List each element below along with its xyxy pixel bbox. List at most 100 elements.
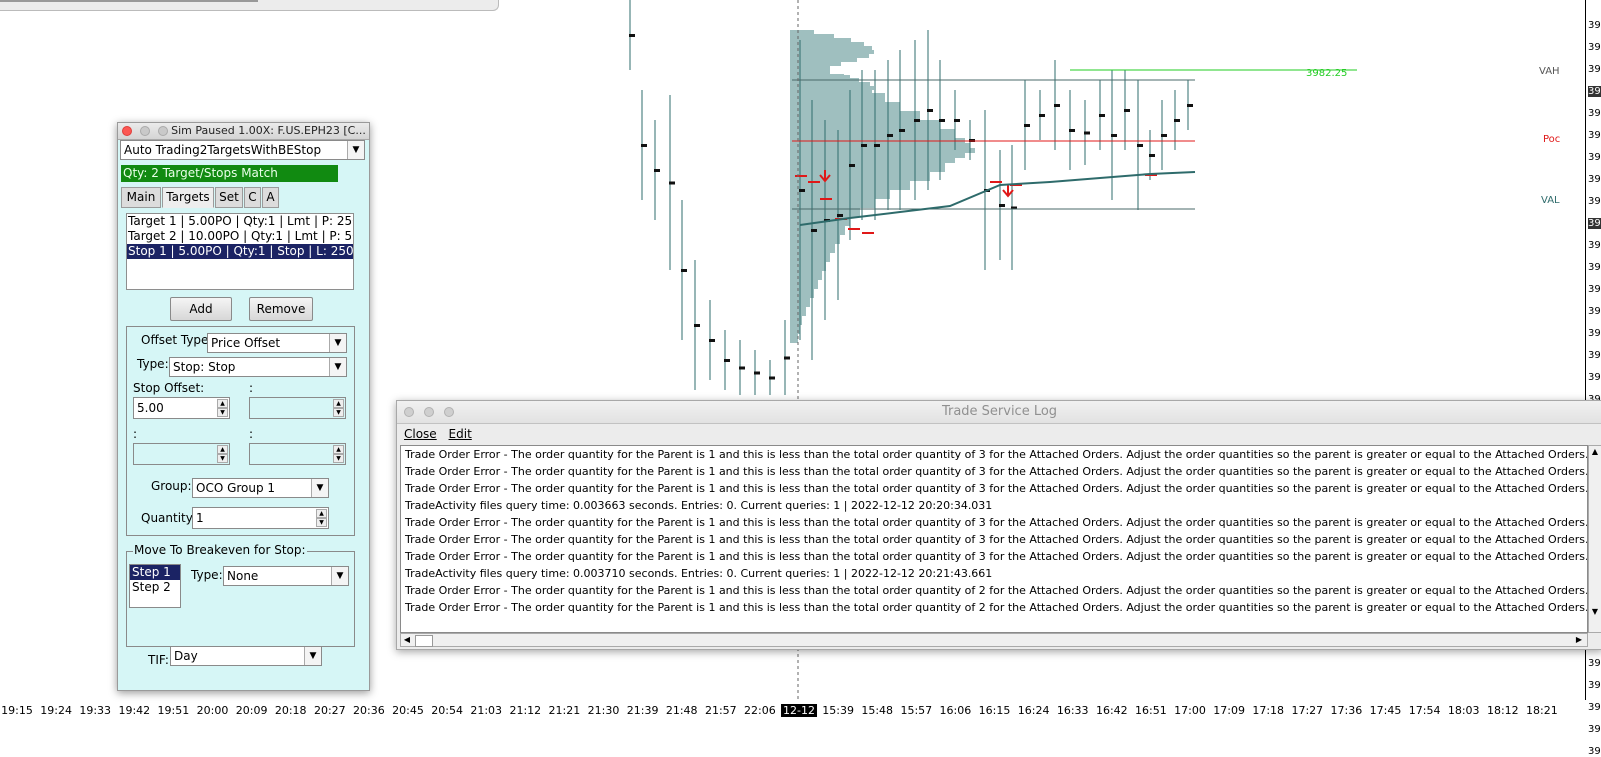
type-select[interactable]: Stop: Stop ▼ bbox=[169, 357, 347, 377]
stepper-down-icon[interactable]: ▼ bbox=[217, 454, 228, 463]
price-tick-label: 39 bbox=[1588, 86, 1601, 97]
close-tick bbox=[1024, 124, 1030, 127]
close-tick bbox=[1187, 104, 1193, 107]
price-tick-label: 39 bbox=[1588, 42, 1601, 53]
profile-bar bbox=[790, 253, 830, 262]
val-label: VAL bbox=[1541, 195, 1560, 206]
steps-list[interactable]: Step 1 Step 2 bbox=[129, 564, 181, 608]
poc-label: Poc bbox=[1543, 134, 1561, 145]
stepper-down-icon[interactable]: ▼ bbox=[316, 518, 327, 527]
scroll-left-icon[interactable]: ◀ bbox=[401, 634, 413, 646]
log-line[interactable]: Trade Order Error - The order quantity f… bbox=[401, 582, 1587, 599]
stop-offset-stepper[interactable]: 5.00 ▲ ▼ bbox=[133, 397, 230, 419]
close-tick bbox=[1084, 131, 1090, 135]
quantity-stepper[interactable]: 1 ▲ ▼ bbox=[192, 507, 329, 529]
log-text-area[interactable]: Trade Order Error - The order quantity f… bbox=[400, 445, 1588, 633]
price-tick-label: 39 bbox=[1588, 64, 1601, 75]
profile-bar bbox=[790, 153, 965, 158]
menu-close[interactable]: Close bbox=[404, 427, 437, 441]
group-select[interactable]: OCO Group 1 ▼ bbox=[192, 478, 329, 498]
horizontal-scrollbar[interactable]: ◀ ▶ bbox=[400, 633, 1588, 647]
target-row[interactable]: Target 2 | 10.00PO | Qty:1 | Lmt | P: 50… bbox=[127, 229, 353, 244]
stepper-up-icon[interactable]: ▲ bbox=[316, 509, 327, 518]
stepper-down-icon[interactable]: ▼ bbox=[333, 408, 344, 417]
profile-bar bbox=[790, 66, 822, 70]
close-tick bbox=[1174, 119, 1180, 122]
profile-bar bbox=[790, 280, 818, 289]
disabled-stepper[interactable]: ▲ ▼ bbox=[133, 443, 230, 465]
stepper-down-icon[interactable]: ▼ bbox=[333, 454, 344, 463]
secondary-offset-stepper[interactable]: ▲ ▼ bbox=[249, 397, 346, 419]
log-line[interactable]: TradeActivity files query time: 0.003710… bbox=[401, 565, 1587, 582]
offset-type-select[interactable]: Price Offset ▼ bbox=[207, 333, 347, 353]
minimize-window-button[interactable] bbox=[140, 126, 150, 136]
stepper-down-icon[interactable]: ▼ bbox=[217, 408, 228, 417]
time-tick-label: 16:06 bbox=[939, 704, 972, 717]
tab-main[interactable]: Main bbox=[121, 187, 161, 208]
time-tick-label: 21:48 bbox=[665, 704, 698, 717]
colon-label: : bbox=[249, 381, 254, 395]
tab-targets[interactable]: Targets bbox=[162, 187, 214, 208]
time-tick-label: 19:33 bbox=[79, 704, 112, 717]
close-window-button[interactable] bbox=[404, 407, 414, 417]
close-tick bbox=[694, 324, 700, 327]
step-item-selected[interactable]: Step 1 bbox=[130, 565, 180, 580]
vertical-scrollbar[interactable]: ▲ ▼ bbox=[1588, 445, 1601, 633]
trade-window-titlebar[interactable]: Sim Paused 1.00X: F.US.EPH23 [C... bbox=[118, 123, 369, 140]
log-line[interactable]: Trade Order Error - The order quantity f… bbox=[401, 548, 1587, 565]
colon-label: : bbox=[249, 427, 254, 441]
time-tick-label: 16:15 bbox=[978, 704, 1011, 717]
close-tick bbox=[861, 144, 867, 147]
close-window-button[interactable] bbox=[122, 126, 132, 136]
stepper-up-icon[interactable]: ▲ bbox=[333, 445, 344, 454]
tab-set[interactable]: Set bbox=[215, 187, 243, 208]
disabled-stepper[interactable]: ▲ ▼ bbox=[249, 443, 346, 465]
close-tick bbox=[849, 164, 855, 167]
zoom-window-button[interactable] bbox=[158, 126, 168, 136]
log-line[interactable]: Trade Order Error - The order quantity f… bbox=[401, 531, 1587, 548]
scroll-down-icon[interactable]: ▼ bbox=[1589, 606, 1601, 618]
be-type-select[interactable]: None ▼ bbox=[223, 566, 349, 586]
tab-a[interactable]: A bbox=[262, 187, 279, 208]
scroll-right-icon[interactable]: ▶ bbox=[1573, 634, 1585, 646]
chevron-down-icon: ▼ bbox=[311, 479, 328, 497]
log-line[interactable]: Trade Order Error - The order quantity f… bbox=[401, 446, 1587, 463]
target-row-selected[interactable]: Stop 1 | 5.00PO | Qty:1 | Stop | L: 250.… bbox=[127, 244, 353, 259]
time-tick-label: 16:24 bbox=[1017, 704, 1050, 717]
close-tick bbox=[754, 371, 760, 375]
remove-button[interactable]: Remove bbox=[249, 297, 313, 321]
time-tick-label: 20:45 bbox=[392, 704, 424, 717]
zoom-window-button[interactable] bbox=[444, 407, 454, 417]
log-line[interactable]: Trade Order Error - The order quantity f… bbox=[401, 599, 1587, 616]
stepper-up-icon[interactable]: ▲ bbox=[333, 399, 344, 408]
profile-bar bbox=[790, 90, 872, 94]
time-axis[interactable]: 19:15 19:24 19:33 19:42 19:51 20:00 20:09 20:18… bbox=[0, 700, 1560, 730]
add-button[interactable]: Add bbox=[170, 297, 232, 321]
log-line[interactable]: TradeActivity files query time: 0.003663… bbox=[401, 497, 1587, 514]
log-line[interactable]: Trade Order Error - The order quantity f… bbox=[401, 480, 1587, 497]
close-tick bbox=[629, 34, 635, 37]
target-row[interactable]: Target 1 | 5.00PO | Qty:1 | Lmt | P: 250… bbox=[127, 214, 353, 229]
log-window-titlebar[interactable]: Trade Service Log bbox=[397, 401, 1601, 424]
stepper-up-icon[interactable]: ▲ bbox=[217, 445, 228, 454]
close-tick bbox=[681, 269, 687, 272]
profile-bar bbox=[790, 110, 836, 114]
scroll-thumb[interactable] bbox=[415, 635, 433, 647]
strategy-select[interactable]: Auto Trading2TargetsWithBEStop ▼ bbox=[120, 140, 365, 160]
type-label: Type: bbox=[137, 357, 169, 371]
log-line[interactable]: Trade Order Error - The order quantity f… bbox=[401, 514, 1587, 531]
time-tick-label: 21:21 bbox=[548, 704, 581, 717]
close-tick bbox=[784, 356, 790, 360]
stepper-up-icon[interactable]: ▲ bbox=[217, 399, 228, 408]
targets-list[interactable]: Target 1 | 5.00PO | Qty:1 | Lmt | P: 250… bbox=[126, 213, 354, 290]
tab-c[interactable]: C bbox=[244, 187, 261, 208]
menu-edit[interactable]: Edit bbox=[449, 427, 472, 441]
time-tick-label: 19:24 bbox=[40, 704, 72, 717]
tif-select[interactable]: Day ▼ bbox=[170, 646, 322, 666]
close-tick bbox=[1069, 129, 1075, 132]
step-item[interactable]: Step 2 bbox=[130, 580, 180, 595]
log-line[interactable]: Trade Order Error - The order quantity f… bbox=[401, 463, 1587, 480]
minimize-window-button[interactable] bbox=[424, 407, 434, 417]
background-window-edge[interactable] bbox=[0, 0, 499, 11]
scroll-up-icon[interactable]: ▲ bbox=[1589, 446, 1601, 458]
